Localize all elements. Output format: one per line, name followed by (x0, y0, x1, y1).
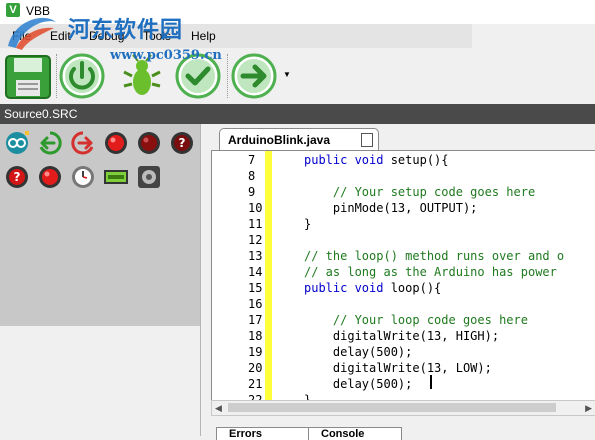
palette-dark-red-button[interactable] (137, 131, 161, 155)
code-line: digitalWrite(13, HIGH); (304, 329, 500, 343)
clock-icon (72, 166, 94, 188)
line-number: 9 (248, 185, 256, 199)
line-number: 12 (248, 233, 263, 247)
palette-red-stop[interactable] (38, 165, 62, 189)
scroll-left-icon[interactable]: ◀ (215, 403, 222, 414)
red-stop-icon (39, 166, 61, 188)
run-dropdown-arrow[interactable]: ▼ (283, 70, 291, 79)
code-editor[interactable]: 7 public void setup(){ 8 9 // Your setup co… (211, 150, 595, 402)
run-button[interactable] (230, 52, 278, 100)
code-line: public void setup(){ (304, 153, 449, 167)
code-line: delay(500); (304, 377, 413, 391)
bottom-tabs: Errors Console (212, 424, 595, 440)
code-line: } (304, 217, 312, 231)
palette-clock[interactable] (71, 165, 95, 189)
line-number: 11 (248, 217, 263, 231)
help-red-icon: ? (6, 166, 28, 188)
line-number: 17 (248, 313, 263, 327)
tab-errors[interactable]: Errors (216, 427, 314, 440)
menu-tools[interactable]: Tools (143, 29, 171, 43)
tab-console[interactable]: Console (308, 427, 402, 440)
tab-arduinoblink[interactable]: ArduinoBlink.java (219, 128, 379, 151)
palette-input[interactable] (38, 131, 62, 155)
app-logo-icon: V (6, 3, 20, 17)
save-button[interactable] (4, 52, 52, 100)
line-number: 13 (248, 249, 263, 263)
palette-output[interactable] (71, 131, 95, 155)
palette-arduino[interactable] (5, 131, 29, 155)
code-line: // Your loop code goes here (304, 313, 528, 327)
tab-console-label: Console (321, 428, 365, 440)
dark-red-button-icon (138, 132, 160, 154)
code-line: // Your setup code goes here (304, 185, 536, 199)
toolbar: ▼ (0, 48, 595, 104)
code-line: delay(500); (304, 345, 413, 359)
line-number: 19 (248, 345, 263, 359)
palette-lcd[interactable] (104, 165, 128, 189)
line-number: 15 (248, 281, 263, 295)
scroll-right-icon[interactable]: ▶ (585, 403, 592, 414)
input-arrow-icon (39, 131, 62, 155)
lcd-display-icon (104, 170, 128, 184)
power-icon (59, 53, 105, 99)
menu-help[interactable]: Help (191, 29, 216, 43)
arduino-icon (6, 131, 29, 154)
red-button-icon (105, 132, 127, 154)
window-title: VBB (26, 4, 51, 18)
buzzer-icon (138, 166, 160, 188)
code-line: pinMode(13, OUTPUT); (304, 201, 478, 215)
palette-buzzer[interactable] (137, 165, 161, 189)
line-number: 7 (248, 153, 256, 167)
line-number: 20 (248, 361, 263, 375)
line-number: 18 (248, 329, 263, 343)
code-line: // the loop() method runs over and o (304, 249, 565, 263)
text-caret (430, 375, 432, 389)
code-line: digitalWrite(13, LOW); (304, 361, 492, 375)
menu-debug[interactable]: Debug (89, 29, 124, 43)
menu-bar: File Edit Debug Tools Help (0, 24, 472, 48)
title-bar: V VBB (0, 0, 595, 24)
line-number: 14 (248, 265, 263, 279)
scrollbar-thumb[interactable] (228, 403, 556, 412)
menu-edit[interactable]: Edit (50, 29, 71, 43)
toolbar-separator (227, 54, 229, 98)
svg-text:?: ? (14, 170, 21, 184)
menu-file[interactable]: File (12, 29, 31, 43)
palette-help-dark[interactable]: ? (170, 131, 194, 155)
debug-bug-icon (123, 54, 161, 95)
line-number: 10 (248, 201, 263, 215)
source-file-label: Source0.SRC (4, 107, 78, 121)
help-dark-icon: ? (171, 132, 193, 154)
code-line: // as long as the Arduino has power (304, 265, 557, 279)
save-icon (5, 55, 51, 99)
svg-text:?: ? (179, 136, 186, 150)
source-bar: Source0.SRC (0, 104, 595, 124)
check-button[interactable] (174, 52, 222, 100)
power-button[interactable] (58, 52, 106, 100)
check-icon (175, 53, 221, 99)
tab-label: ArduinoBlink.java (228, 133, 331, 147)
editor-panel: ArduinoBlink.java 7 public void setup(){ 8… (206, 124, 595, 424)
tab-errors-label: Errors (229, 428, 263, 440)
line-number: 16 (248, 297, 263, 311)
horizontal-scrollbar[interactable]: ◀ ▶ (211, 400, 595, 416)
debug-button[interactable] (118, 52, 166, 100)
palette-help-red[interactable]: ? (5, 165, 29, 189)
output-arrow-icon (71, 131, 94, 155)
palette-bottom-area (0, 326, 200, 436)
line-number: 21 (248, 377, 263, 391)
file-icon[interactable] (361, 133, 373, 147)
code-line: public void loop(){ (304, 281, 442, 295)
palette-red-button[interactable] (104, 131, 128, 155)
run-arrow-icon (231, 53, 277, 99)
gutter-marker-bar (265, 151, 272, 401)
line-number: 8 (248, 169, 256, 183)
